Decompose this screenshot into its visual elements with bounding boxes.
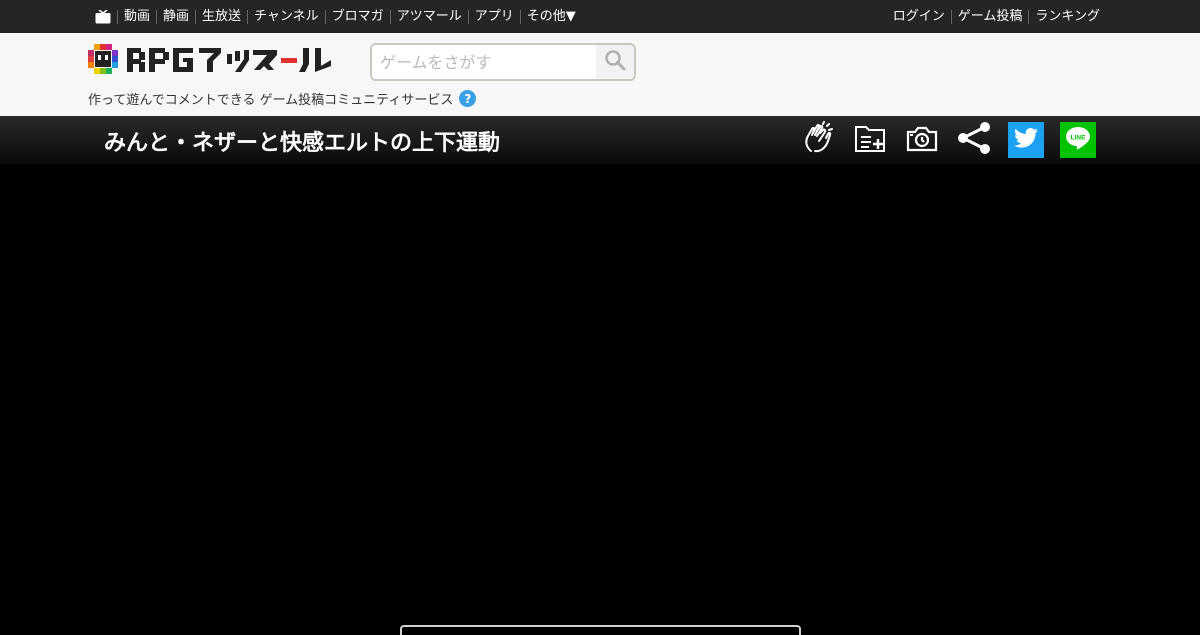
nav-item-seiga[interactable]: 静画: [156, 9, 195, 24]
playlist-add-button[interactable]: [852, 122, 888, 158]
nav-item-blomaga[interactable]: ブロマガ: [324, 9, 390, 24]
ranking-link[interactable]: ランキング: [1028, 9, 1106, 24]
playlist-add-icon: [854, 123, 886, 157]
site-header: 作って遊んでコメントできる ゲーム投稿コミュニティサービス ?: [0, 33, 1200, 116]
clap-button[interactable]: [800, 121, 836, 159]
search-icon: [604, 49, 626, 75]
top-nav-left: 動画 静画 生放送 チャンネル ブロマガ アツマール アプリ その他▼: [95, 0, 582, 33]
share-icon: [957, 122, 991, 158]
game-title: みんと・ネザーと快感エルトの上下運動: [104, 131, 501, 156]
clap-icon: [801, 121, 835, 159]
nav-item-video[interactable]: 動画: [117, 9, 156, 24]
line-icon-label: LINE: [1071, 135, 1086, 142]
login-link[interactable]: ログイン: [887, 9, 951, 24]
game-frame[interactable]: [400, 625, 801, 635]
nav-item-app[interactable]: アプリ: [467, 9, 520, 24]
tagline-text: 作って遊んでコメントできる ゲーム投稿コミュニティサービス: [88, 93, 454, 108]
game-title-bar: みんと・ネザーと快感エルトの上下運動 LINE: [0, 116, 1200, 164]
help-icon[interactable]: ?: [459, 90, 477, 107]
rpg-atsumaru-logo[interactable]: [87, 42, 343, 78]
screenshot-button[interactable]: [904, 122, 940, 158]
top-nav-right: ログイン ゲーム投稿 ランキング: [887, 0, 1106, 33]
game-actions: LINE: [784, 121, 1096, 159]
search-button[interactable]: [596, 45, 634, 79]
nav-item-other-menu[interactable]: その他▼: [519, 9, 582, 24]
game-player-area[interactable]: [0, 164, 1200, 635]
game-post-link[interactable]: ゲーム投稿: [950, 9, 1029, 24]
search-box: [370, 43, 636, 81]
twitter-icon: [1014, 128, 1038, 152]
nav-item-channel[interactable]: チャンネル: [247, 9, 325, 24]
nav-item-atsumaru[interactable]: アツマール: [389, 9, 468, 24]
line-icon: LINE: [1065, 126, 1091, 154]
camera-icon: [906, 124, 938, 156]
line-share-button[interactable]: LINE: [1060, 122, 1096, 158]
tv-icon[interactable]: [95, 8, 111, 24]
share-button[interactable]: [956, 122, 992, 158]
top-nav-bar: 動画 静画 生放送 チャンネル ブロマガ アツマール アプリ その他▼ ログイン…: [0, 0, 1200, 33]
nav-item-live[interactable]: 生放送: [195, 9, 247, 24]
tagline: 作って遊んでコメントできる ゲーム投稿コミュニティサービス ?: [88, 89, 477, 108]
search-input[interactable]: [372, 45, 598, 79]
twitter-share-button[interactable]: [1008, 122, 1044, 158]
